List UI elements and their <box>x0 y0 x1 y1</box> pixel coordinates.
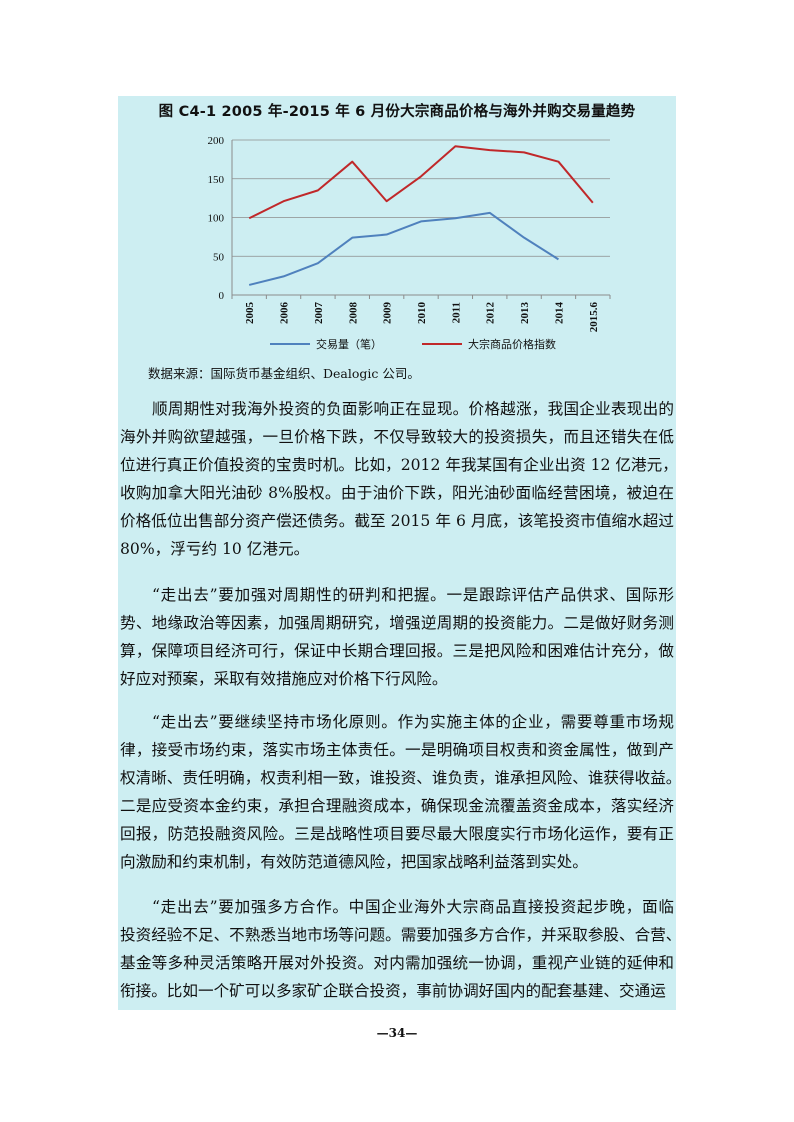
x-tick-label: 2013 <box>519 302 531 325</box>
paragraph-line: 算，保障项目经济可行，保证中长期合理回报。三是把风险和困难估计充分，做 <box>120 642 674 660</box>
x-tick-label: 2005 <box>244 302 256 325</box>
series-line-2 <box>248 145 594 220</box>
paragraph-line: 回报，防范投融资风险。三是战略性项目要尽最大限度实行市场化运作，要有正 <box>120 825 674 843</box>
paragraph-line: 海外并购欲望越强，一旦价格下跌，不仅导致较大的投资损失，而且还错失在低 <box>120 428 674 446</box>
series-line-1 <box>248 211 559 286</box>
paragraph-line: 势、地缘政治等因素，加强周期研究，增强逆周期的投资能力。二是做好财务测 <box>120 614 674 632</box>
paragraph-1: 顺周期性对我海外投资的负面影响正在显现。价格越涨，我国企业表现出的海外并购欲望越… <box>118 395 676 563</box>
paragraph-line: 基金等多种灵活策略开展对外投资。对内需加强统一协调，重视产业链的延伸和 <box>120 954 674 972</box>
figure-title: 图 C4-1 2005 年-2015 年 6 月份大宗商品价格与海外并购交易量趋… <box>158 104 636 120</box>
x-tick-label: 2011 <box>450 302 462 323</box>
paragraph-line: “走出去”要继续坚持市场化原则。作为实施主体的企业，需要尊重市场规 <box>152 713 674 731</box>
paragraph-line: 二是应受资本金约束，承担合理融资成本，确保现金流覆盖资金成本，落实经济 <box>120 797 674 815</box>
x-tick-label: 2007 <box>313 302 325 325</box>
paragraph-line: 收购加拿大阳光油砂 8%股权。由于油价下跌，阳光油砂面临经营困境，被迫在 <box>120 484 674 502</box>
x-tick-label: 2010 <box>416 302 428 325</box>
source-note: 数据来源：国际货币基金组织、Dealogic 公司。 <box>148 366 420 381</box>
chart-tick-labels: 0 50 100 150 200 2005 2006 2007 2008 2009 2010 2011… <box>208 135 600 332</box>
paragraph-line: 好应对预案，采取有效措施应对价格下行风险。 <box>120 670 448 688</box>
chart-gridlines <box>232 139 610 257</box>
page-number: —34— <box>376 1026 418 1040</box>
trend-line-chart: 0 50 100 150 200 2005 2006 2007 2008 2009 2010 2011… <box>208 135 611 351</box>
paragraph-line: 权清晰、责任明确，权责利相一致，谁投资、谁负责，谁承担风险、谁获得收益。 <box>120 769 676 787</box>
x-tick-label: 2006 <box>279 302 291 325</box>
paragraph-4: “走出去”要加强多方合作。中国企业海外大宗商品直接投资起步晚，面临投资经验不足、… <box>118 893 676 1005</box>
y-tick-label: 100 <box>208 213 225 225</box>
x-tick-label: 2012 <box>485 302 497 325</box>
paragraph-3: “走出去”要继续坚持市场化原则。作为实施主体的企业，需要尊重市场规律，接受市场约… <box>118 708 676 876</box>
chart-series <box>248 145 594 286</box>
legend-label-1: 交易量（笔） <box>316 337 382 351</box>
paragraph-line: 投资经验不足、不熟悉当地市场等问题。需要加强多方合作，并采取参股、合营、 <box>120 926 676 944</box>
chart-legend: 交易量（笔） 大宗商品价格指数 <box>270 337 556 351</box>
x-tick-label: 2014 <box>553 302 565 325</box>
paragraph-line: “走出去”要加强多方合作。中国企业海外大宗商品直接投资起步晚，面临 <box>152 898 674 916</box>
x-tick-label: 2015.6 <box>588 302 600 333</box>
paragraph-2: “走出去”要加强对周期性的研判和把握。一是跟踪评估产品供求、国际形势、地缘政治等… <box>118 581 676 693</box>
paragraph-line: 向激励和约束机制，有效防范道德风险，把国家战略利益落到实处。 <box>120 853 588 871</box>
paragraph-line: 顺周期性对我海外投资的负面影响正在显现。价格越涨，我国企业表现出的 <box>152 400 674 418</box>
paragraph-line: “走出去”要加强对周期性的研判和把握。一是跟踪评估产品供求、国际形 <box>152 586 674 604</box>
x-tick-label: 2008 <box>347 302 359 325</box>
legend-label-2: 大宗商品价格指数 <box>468 337 556 351</box>
paragraph-line: 律，接受市场约束，落实市场主体责任。一是明确项目权责和资金属性，做到产 <box>120 741 674 759</box>
paragraph-line: 位进行真正价值投资的宝贵时机。比如，2012 年我某国有企业出资 12 亿港元， <box>120 456 676 474</box>
y-tick-label: 50 <box>213 251 225 263</box>
paragraph-line: 衔接。比如一个矿可以多家矿企联合投资，事前协调好国内的配套基建、交通运 <box>120 982 666 1000</box>
paragraph-line: 价格低位出售部分资产偿还债务。截至 2015 年 6 月底，该笔投资市值缩水超过 <box>120 512 674 530</box>
x-tick-label: 2009 <box>382 302 394 325</box>
y-tick-label: 0 <box>219 290 225 302</box>
paragraph-line: 80%，浮亏约 10 亿港元。 <box>120 540 310 558</box>
y-tick-label: 200 <box>208 135 225 147</box>
y-tick-label: 150 <box>208 174 225 186</box>
